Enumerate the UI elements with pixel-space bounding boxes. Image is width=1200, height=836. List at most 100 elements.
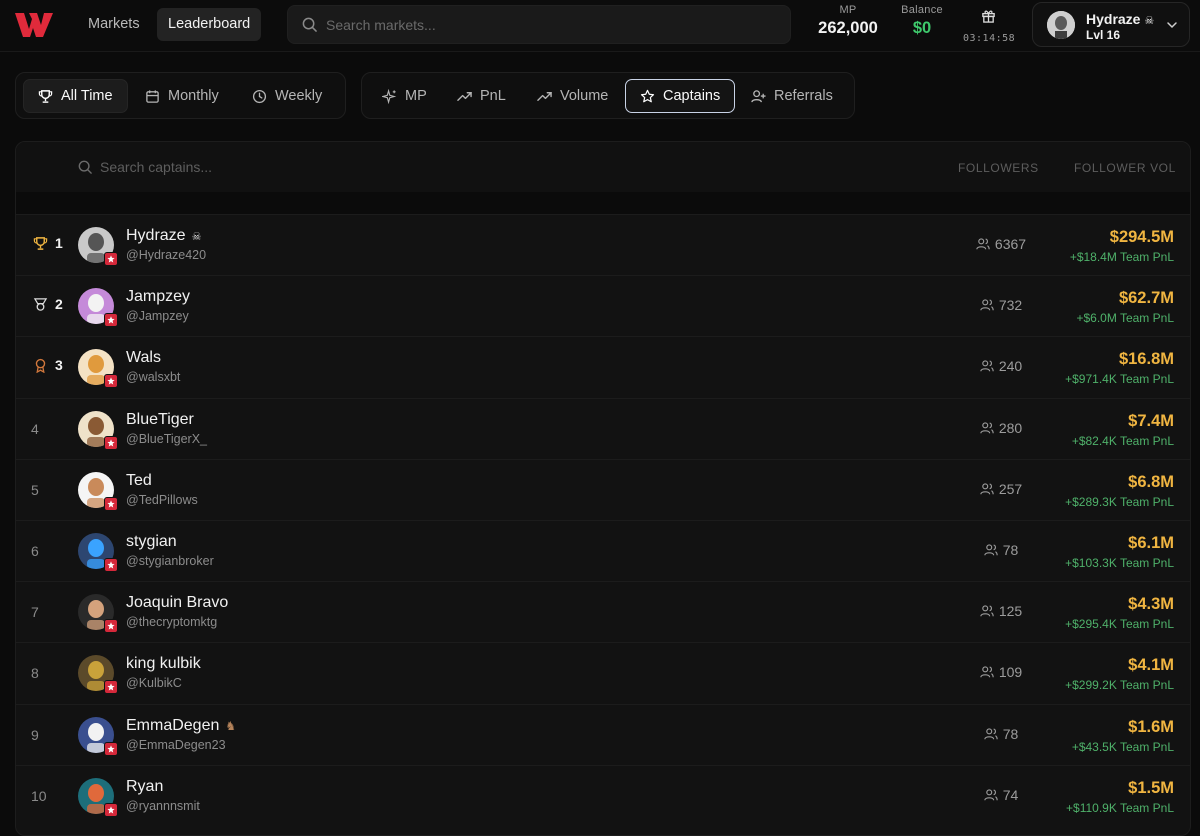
rank-cell: 1 bbox=[33, 235, 63, 251]
followers-value: 257 bbox=[998, 480, 1023, 497]
rank-number: 2 bbox=[55, 296, 63, 313]
daily-reward[interactable]: 03:14:58 bbox=[963, 8, 1015, 44]
followers-icon bbox=[980, 483, 994, 495]
followers-icon bbox=[984, 789, 998, 801]
table-row[interactable]: 2 Jampzey @Jampzey 732 $62.7M +$6.0M Tea… bbox=[16, 275, 1190, 337]
column-followers[interactable]: Followers bbox=[958, 161, 1039, 175]
market-search-input[interactable] bbox=[326, 6, 776, 43]
followers-count: 6367 bbox=[956, 236, 1046, 252]
captain-name-text[interactable]: king kulbik bbox=[126, 655, 201, 673]
table-row[interactable]: 5 Ted @TedPillows 257 $6.8M +$289.3K Tea… bbox=[16, 458, 1190, 520]
team-pnl: +$110.9K Team PnL bbox=[1066, 800, 1174, 815]
captain-name[interactable]: Hydraze ☠ bbox=[126, 227, 201, 245]
followers-value: 732 bbox=[998, 297, 1023, 314]
team-pnl: +$82.4K Team PnL bbox=[1071, 433, 1174, 448]
followers-value: 125 bbox=[998, 603, 1023, 620]
captain-badge-icon bbox=[104, 680, 118, 695]
followers-value: 240 bbox=[998, 358, 1023, 375]
filter-referrals-label: Referrals bbox=[774, 88, 833, 104]
captain-name[interactable]: king kulbik bbox=[126, 655, 201, 673]
captain-handle: @BlueTigerX_ bbox=[126, 431, 208, 446]
captain-handle: @Hydraze420 bbox=[126, 248, 207, 262]
mp-value: 262,000 bbox=[818, 19, 878, 37]
rank-number: 4 bbox=[31, 420, 39, 437]
nav-markets[interactable]: Markets bbox=[77, 8, 151, 41]
captain-name[interactable]: EmmaDegen ♞ bbox=[126, 717, 236, 735]
table-row[interactable]: 1 Hydraze ☠ @Hydraze420 6367 $294.5M +$18… bbox=[16, 214, 1190, 275]
captain-handle: @ryannnsmit bbox=[126, 798, 200, 813]
table-row[interactable]: 10 Ryan @ryannnsmit 74 $1.5M +$110.9K Te… bbox=[16, 764, 1190, 826]
header-separator bbox=[16, 192, 1190, 214]
filter-monthly[interactable]: Monthly bbox=[131, 79, 233, 113]
captain-name-text[interactable]: Jampzey bbox=[126, 288, 190, 306]
filter-all-time[interactable]: All Time bbox=[23, 79, 128, 113]
followers-count: 78 bbox=[956, 542, 1046, 558]
profile-name-text: Hydraze bbox=[1086, 11, 1141, 27]
filter-referrals[interactable]: Referrals bbox=[737, 79, 847, 113]
follower-volume: $1.6M bbox=[1128, 717, 1174, 736]
filter-all-time-label: All Time bbox=[61, 88, 113, 104]
filter-weekly[interactable]: Weekly bbox=[238, 79, 336, 113]
captain-name[interactable]: Jampzey bbox=[126, 288, 190, 306]
followers-icon bbox=[984, 544, 998, 556]
filter-mp[interactable]: MP bbox=[368, 79, 441, 113]
captain-name-text[interactable]: BlueTiger bbox=[126, 411, 194, 429]
rank-number: 7 bbox=[31, 604, 39, 621]
captain-badge-icon bbox=[104, 741, 118, 756]
profile-menu[interactable]: Hydraze ☠ Lvl 16 bbox=[1032, 2, 1190, 47]
mp-stat: MP 262,000 bbox=[812, 4, 884, 38]
captain-name-text[interactable]: Joaquin Bravo bbox=[126, 594, 228, 612]
followers-icon bbox=[976, 238, 990, 250]
filter-captains[interactable]: Captains bbox=[625, 79, 736, 113]
table-row[interactable]: 8 king kulbik @KulbikC 109 $4.1M +$299.2… bbox=[16, 642, 1190, 704]
filter-captains-label: Captains bbox=[663, 88, 721, 104]
filter-volume-label: Volume bbox=[560, 88, 609, 104]
filter-volume[interactable]: Volume bbox=[523, 79, 622, 113]
follower-volume: $4.3M bbox=[1128, 595, 1174, 614]
captain-name[interactable]: Ryan bbox=[126, 778, 163, 796]
rank-number: 3 bbox=[55, 357, 63, 374]
captain-name-text[interactable]: Ted bbox=[126, 472, 152, 490]
bull-icon: ♞ bbox=[225, 718, 237, 733]
captain-handle: @KulbikC bbox=[126, 676, 182, 691]
clock-icon bbox=[252, 89, 267, 103]
team-pnl: +$289.3K Team PnL bbox=[1065, 494, 1174, 509]
captain-name-text[interactable]: stygian bbox=[126, 533, 177, 551]
logo-icon[interactable] bbox=[15, 11, 53, 39]
captain-name-text[interactable]: Ryan bbox=[126, 778, 163, 796]
followers-value: 280 bbox=[998, 419, 1023, 436]
captain-badge-icon bbox=[104, 252, 118, 266]
nav-leaderboard[interactable]: Leaderboard bbox=[157, 8, 262, 41]
market-search[interactable] bbox=[287, 5, 791, 44]
silver-medal-icon bbox=[33, 297, 48, 311]
search-icon bbox=[302, 17, 317, 32]
captain-search-input[interactable] bbox=[100, 154, 500, 180]
rank-number: 5 bbox=[31, 481, 39, 498]
rank-number: 9 bbox=[31, 726, 39, 743]
captain-name-text[interactable]: Wals bbox=[126, 349, 161, 367]
captain-name-text[interactable]: Hydraze bbox=[126, 227, 186, 245]
filter-pnl-label: PnL bbox=[480, 88, 506, 104]
table-row[interactable]: 4 BlueTiger @BlueTigerX_ 280 $7.4M +$82.… bbox=[16, 397, 1190, 459]
sparkle-icon bbox=[382, 88, 397, 104]
captain-badge-icon bbox=[104, 496, 118, 511]
captains-table: Followers Follower Vol 1 Hydraze ☠ @Hydra… bbox=[15, 141, 1191, 836]
filter-mp-label: MP bbox=[405, 88, 427, 104]
captain-handle: @TedPillows bbox=[126, 492, 198, 507]
filter-pnl[interactable]: PnL bbox=[443, 79, 520, 113]
table-row[interactable]: 9 EmmaDegen ♞ @EmmaDegen23 78 $1.6M +$43.… bbox=[16, 703, 1190, 765]
captain-handle: @thecryptomktg bbox=[126, 615, 218, 630]
column-follower-vol[interactable]: Follower Vol bbox=[1074, 161, 1176, 175]
captain-name[interactable]: Ted bbox=[126, 472, 152, 490]
table-row[interactable]: 3 Wals @walsxbt 240 $16.8M +$971.4K Team… bbox=[16, 336, 1190, 398]
table-row[interactable]: 6 stygian @stygianbroker 78 $6.1M +$103.… bbox=[16, 520, 1190, 581]
captain-name[interactable]: Joaquin Bravo bbox=[126, 594, 228, 612]
follower-volume: $16.8M bbox=[1118, 350, 1174, 369]
captain-name[interactable]: stygian bbox=[126, 533, 177, 551]
captain-badge-icon bbox=[104, 374, 118, 389]
captain-name-text[interactable]: EmmaDegen bbox=[126, 717, 219, 735]
captain-name[interactable]: BlueTiger bbox=[126, 411, 194, 429]
captain-name[interactable]: Wals bbox=[126, 349, 161, 367]
gift-icon bbox=[981, 10, 995, 23]
table-row[interactable]: 7 Joaquin Bravo @thecryptomktg 125 $4.3M… bbox=[16, 581, 1190, 643]
